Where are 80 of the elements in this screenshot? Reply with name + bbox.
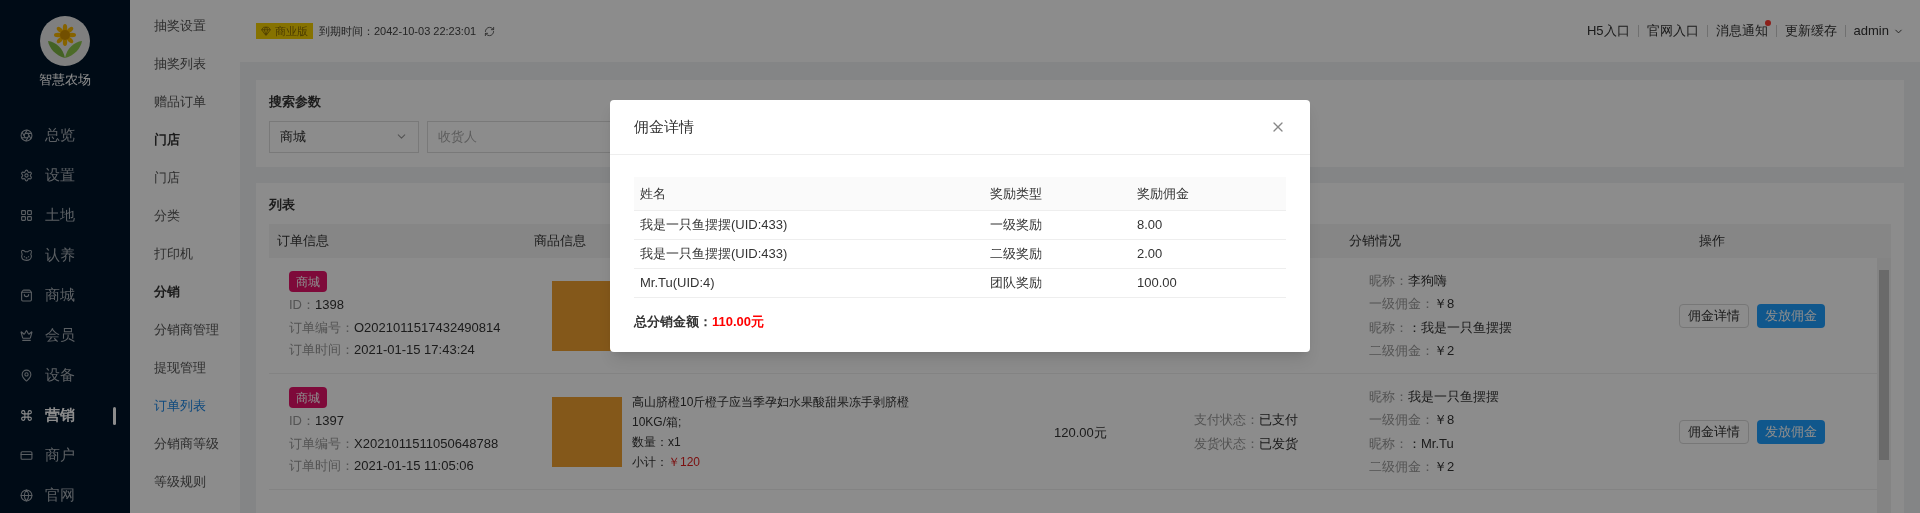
table-cell-text: 一级奖励 [989, 216, 1043, 235]
top-link[interactable]: 官网入口 [1638, 21, 1707, 41]
commission-details-button[interactable]: 佣金详情 [1679, 303, 1749, 328]
pay-commission-button[interactable]: 发放佣金 [1757, 303, 1825, 328]
sub-nav-item[interactable]: 抽奖列表 [130, 46, 240, 81]
total-amount: 110.00元 [712, 313, 765, 331]
column-header: 订单信息 [276, 232, 330, 251]
nav-item[interactable]: 商户 [0, 437, 130, 474]
nav-item[interactable]: 土地 [0, 197, 130, 234]
commission-details-button[interactable]: 佣金详情 [1679, 419, 1749, 444]
nav-item[interactable]: 商城 [0, 277, 130, 314]
gem-icon [261, 26, 271, 36]
sub-nav-heading: 分销 [153, 282, 181, 301]
order-price: 120.00元 [1054, 424, 1107, 440]
map-pin-icon [20, 369, 33, 382]
logo-icon [40, 16, 90, 66]
order-id: ID：1397 [289, 412, 345, 431]
order-id: ID：1398 [289, 296, 345, 315]
sub-nav-heading: 门店 [153, 130, 181, 149]
search-title: 搜索参数 [269, 93, 322, 111]
total-label: 总分销金额： [634, 313, 712, 331]
column-header: 姓名 [639, 184, 667, 203]
table-cell-text: 我是一只鱼摆摆(UID:433) [639, 245, 789, 264]
product-spec: 10KG/箱; [632, 413, 683, 431]
table-cell-text: Mr.Tu(UID:4) [639, 274, 716, 293]
scrollbar[interactable] [1877, 258, 1891, 513]
table-cell-text: 团队奖励 [989, 274, 1043, 293]
sub-nav-item[interactable]: 分销商等级 [130, 426, 240, 461]
top-link[interactable]: H5入口 [1578, 21, 1638, 41]
sub-nav-item[interactable]: 订单列表 [130, 388, 240, 423]
pay-commission-button[interactable]: 发放佣金 [1757, 419, 1825, 444]
aperture-icon [20, 129, 33, 142]
sub-nav-item[interactable]: 赠品订单 [130, 84, 240, 119]
user-menu[interactable]: admin [1845, 21, 1904, 41]
refresh-icon[interactable] [484, 25, 496, 37]
table-cell-text: 8.00 [1136, 216, 1164, 235]
column-header: 操作 [1699, 232, 1725, 251]
nav-item[interactable]: 总览 [0, 117, 130, 154]
nav-item[interactable]: 营销 [0, 397, 130, 434]
sub-nav-item[interactable]: 门店 [130, 160, 240, 195]
cat-icon [20, 249, 33, 262]
table-cell-text: 我是一只鱼摆摆(UID:433) [639, 216, 789, 235]
card-icon [20, 449, 33, 462]
expiry-text: 到期时间：2042-10-03 22:23:01 [319, 23, 477, 39]
nav-item[interactable]: 设置 [0, 157, 130, 194]
product-quantity: 数量：x1 [632, 433, 682, 451]
top-link[interactable]: 消息通知 [1707, 21, 1776, 41]
command-icon [20, 409, 33, 422]
active-indicator [113, 406, 116, 425]
table-cell-text: 二级奖励 [989, 245, 1043, 264]
order-tag: 商城 [289, 271, 327, 293]
nav-item[interactable]: 官网 [0, 477, 130, 513]
sub-nav-item[interactable]: 打印机 [130, 236, 240, 271]
column-header: 奖励佣金 [1136, 184, 1190, 203]
table-cell-text: 2.00 [1136, 245, 1164, 264]
nav-item[interactable]: 认养 [0, 237, 130, 274]
sub-nav-item[interactable]: 分类 [130, 198, 240, 233]
grid-icon [20, 209, 33, 222]
nav-item[interactable]: 会员 [0, 317, 130, 354]
settings-icon [20, 169, 33, 182]
globe-icon [20, 489, 33, 502]
sub-nav-item[interactable]: 提现管理 [130, 350, 240, 385]
modal-title: 佣金详情 [634, 116, 694, 137]
photo-placeholder [552, 396, 622, 467]
table-cell-text: 100.00 [1136, 274, 1178, 293]
sub-nav-item[interactable]: 抽奖设置 [130, 8, 240, 43]
sub-nav-item[interactable]: 等级规则 [130, 464, 240, 499]
channel-select[interactable]: 商城 [269, 120, 419, 153]
column-header: 奖励类型 [989, 184, 1043, 203]
sub-nav-item[interactable]: 分销商管理 [130, 312, 240, 347]
column-header: 分销情况 [1349, 232, 1402, 251]
crown-icon [20, 329, 33, 342]
top-link[interactable]: 更新缓存 [1776, 21, 1845, 41]
bag-icon [20, 289, 33, 302]
product-subtotal: 小计：￥120 [632, 453, 702, 471]
product-title: 高山脐橙10斤橙子应当季孕妇水果酸甜果冻手剥脐橙 [632, 393, 910, 411]
order-tag: 商城 [289, 387, 327, 409]
nav-item[interactable]: 设备 [0, 357, 130, 394]
brand-name: 智慧农场 [39, 71, 91, 89]
column-header: 商品信息 [534, 232, 587, 251]
